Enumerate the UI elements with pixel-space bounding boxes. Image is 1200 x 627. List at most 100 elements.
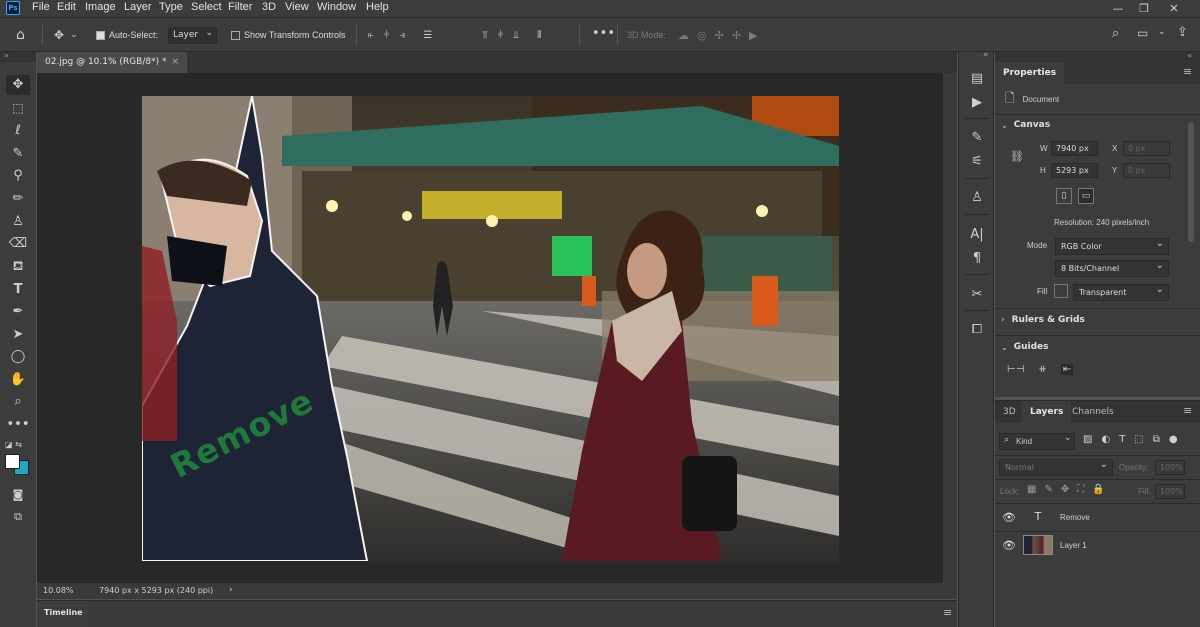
lock-artboard-icon[interactable]: ⛶: [1077, 484, 1084, 495]
document-canvas-image[interactable]: Remove: [142, 96, 839, 561]
y-field[interactable]: 0 px: [1123, 163, 1170, 178]
layer-row[interactable]: 👁 T Remove: [995, 504, 1200, 531]
3d-roll-icon[interactable]: ◎: [697, 29, 707, 42]
workspace-icon[interactable]: ▭: [1137, 26, 1148, 40]
visibility-eye-icon[interactable]: 👁: [1002, 539, 1016, 552]
timeline-tab[interactable]: Timeline: [37, 601, 90, 627]
default-colors-icon[interactable]: ◪ ⇆: [5, 440, 22, 449]
mode-dropdown[interactable]: RGB Color: [1055, 236, 1169, 255]
zoom-tool-icon[interactable]: ⌕: [6, 392, 30, 412]
history-icon[interactable]: ▤: [967, 69, 987, 89]
bit-depth-dropdown[interactable]: 8 Bits/Channel: [1055, 258, 1169, 277]
adjustments-icon[interactable]: ⚟: [967, 152, 987, 172]
filter-adjustment-icon[interactable]: ◐: [1101, 434, 1110, 445]
lock-pixels-icon[interactable]: ✎: [1044, 484, 1052, 495]
lock-transparent-icon[interactable]: ▦: [1027, 484, 1036, 495]
filter-shape-icon[interactable]: ⬚: [1134, 434, 1143, 445]
lasso-tool-icon[interactable]: ℓ: [6, 121, 30, 141]
move-tool-icon[interactable]: ✥: [6, 75, 30, 95]
menu-help[interactable]: Help: [366, 1, 389, 13]
vertical-scrollbar[interactable]: [943, 73, 957, 583]
search-icon[interactable]: ⌕: [1112, 26, 1119, 41]
landscape-orientation-icon[interactable]: ▭: [1078, 188, 1094, 204]
align-right-icon[interactable]: ⫣: [399, 30, 405, 41]
layer-name[interactable]: Remove: [1060, 513, 1090, 522]
fill-swatch[interactable]: [1054, 284, 1068, 298]
guide-grid-icon[interactable]: ⧺: [1038, 364, 1046, 375]
quick-select-tool-icon[interactable]: ✎: [6, 144, 30, 164]
marquee-tool-icon[interactable]: ⬚: [6, 98, 30, 118]
align-middle-icon[interactable]: ⫩: [498, 30, 504, 41]
filter-kind-dropdown[interactable]: ⌕ Kind ⌄: [999, 433, 1075, 450]
menu-3d[interactable]: 3D: [262, 1, 276, 13]
ellipse-tool-icon[interactable]: ◯: [6, 347, 30, 367]
guides-section-toggle[interactable]: ⌄ Guides: [1001, 342, 1049, 352]
libraries-icon[interactable]: ⧠: [967, 320, 987, 340]
layer-name[interactable]: Layer 1: [1060, 541, 1087, 550]
tools-scissors-icon[interactable]: ✂: [967, 285, 987, 305]
opacity-field[interactable]: 100%: [1155, 460, 1185, 475]
align-top-icon[interactable]: ⫪: [482, 30, 488, 41]
guide-shape-icon[interactable]: ⇤: [1060, 364, 1074, 375]
filter-toggle-icon[interactable]: ●: [1169, 434, 1178, 445]
menu-filter[interactable]: Filter: [228, 1, 252, 13]
path-select-tool-icon[interactable]: ➤: [6, 325, 30, 345]
fill-dropdown[interactable]: Transparent: [1073, 282, 1169, 301]
3d-slide-icon[interactable]: ✢: [732, 29, 741, 42]
restore-button[interactable]: ❐: [1133, 0, 1155, 17]
minimize-button[interactable]: —: [1107, 0, 1129, 17]
visibility-eye-icon[interactable]: 👁: [1002, 511, 1016, 524]
lock-all-icon[interactable]: 🔒: [1092, 484, 1104, 495]
tool-preset-picker[interactable]: ✥ ⌄: [54, 26, 78, 44]
pen-tool-icon[interactable]: ✒: [6, 302, 30, 322]
chevron-down-icon[interactable]: ⌄: [1158, 27, 1166, 37]
expand-icon[interactable]: «: [983, 50, 989, 60]
panel-menu-icon[interactable]: ≡: [1183, 65, 1192, 78]
lock-position-icon[interactable]: ✥: [1061, 484, 1069, 495]
character-icon[interactable]: A|: [967, 225, 987, 245]
eraser-tool-icon[interactable]: ⌫: [6, 234, 30, 254]
x-field[interactable]: 0 px: [1123, 141, 1170, 156]
filter-pixel-icon[interactable]: ▨: [1083, 434, 1092, 445]
screen-mode-icon[interactable]: ⧉: [6, 507, 30, 527]
chevron-right-icon[interactable]: ›: [229, 585, 233, 595]
panel-menu-icon[interactable]: ≡: [1183, 404, 1192, 417]
guide-layout-icon[interactable]: ⊢⊣: [1007, 364, 1024, 375]
auto-select-dropdown[interactable]: Layer ⌄: [168, 27, 217, 44]
distribute-vertical-icon[interactable]: ☰: [423, 30, 432, 41]
show-transform-checkbox[interactable]: Show Transform Controls: [231, 29, 346, 41]
more-options-icon[interactable]: •••: [592, 26, 615, 41]
blend-mode-dropdown[interactable]: Normal: [999, 457, 1113, 476]
more-tools-icon[interactable]: •••: [6, 415, 30, 435]
close-window-button[interactable]: ✕: [1163, 0, 1185, 17]
share-icon[interactable]: ⇪: [1177, 25, 1188, 40]
foreground-color-swatch[interactable]: [5, 454, 20, 469]
align-bottom-icon[interactable]: ⫫: [513, 30, 519, 41]
stamp-tool-icon[interactable]: ♙: [6, 212, 30, 232]
width-field[interactable]: 7940 px: [1051, 141, 1098, 156]
3d-orbit-icon[interactable]: ☁: [678, 29, 689, 42]
panel-collapse[interactable]: «: [995, 52, 1200, 62]
close-icon[interactable]: ×: [171, 52, 179, 73]
menu-layer[interactable]: Layer: [124, 1, 152, 13]
canvas-section-toggle[interactable]: ⌄ Canvas: [1001, 120, 1050, 130]
quick-mask-icon[interactable]: ◙: [6, 485, 30, 505]
3d-pan-icon[interactable]: ✣: [715, 29, 724, 42]
menu-view[interactable]: View: [285, 1, 309, 13]
tab-3d[interactable]: 3D: [995, 401, 1024, 423]
properties-tab[interactable]: Properties: [995, 62, 1065, 84]
actions-play-icon[interactable]: ▶: [967, 93, 987, 113]
height-field[interactable]: 5293 px: [1051, 163, 1098, 178]
filter-type-icon[interactable]: T: [1119, 434, 1125, 445]
menu-edit[interactable]: Edit: [57, 1, 76, 13]
brush-tool-icon[interactable]: ✏: [6, 189, 30, 209]
type-tool-icon[interactable]: T: [6, 280, 30, 300]
align-center-icon[interactable]: ⫩: [384, 30, 390, 41]
fill-field[interactable]: 100%: [1155, 484, 1185, 499]
menu-select[interactable]: Select: [191, 1, 222, 13]
rulers-section-toggle[interactable]: › Rulers & Grids: [1001, 315, 1085, 325]
menu-file[interactable]: File: [32, 1, 50, 13]
zoom-level[interactable]: 10.08%: [43, 586, 74, 595]
3d-scale-icon[interactable]: ▶: [749, 29, 757, 42]
clone-source-icon[interactable]: ♙: [967, 188, 987, 208]
